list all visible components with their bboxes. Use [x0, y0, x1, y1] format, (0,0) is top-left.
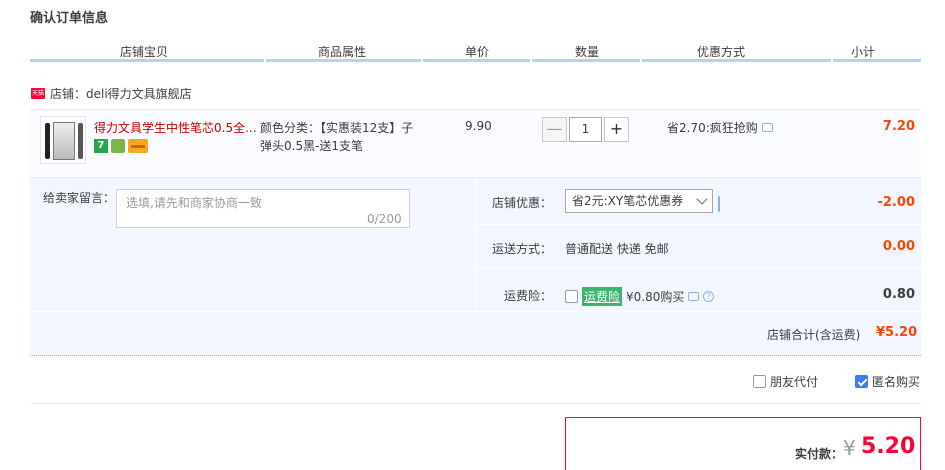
shipping-amount: 0.00 [882, 239, 915, 254]
header-rule [642, 59, 831, 62]
promotion-text: 省2.70:疯狂抢购 [667, 121, 758, 135]
insurance-tag[interactable]: 运费险 [582, 287, 623, 306]
divider [30, 403, 921, 404]
friend-pay-option[interactable]: 朋友代付 [753, 373, 818, 390]
insurance-checkbox[interactable] [565, 290, 578, 303]
page-title: 确认订单信息 [30, 11, 109, 26]
unit-price: 9.90 [465, 119, 492, 133]
shipping-method: 普通配送 快递 免邮 [565, 242, 669, 256]
product-attributes: 颜色分类：【实惠装12支】子 弹头0.5黑-送1支笔 [260, 119, 425, 155]
promotion: 省2.70:疯狂抢购 [667, 119, 773, 136]
divider [476, 224, 921, 225]
column-header-attributes: 商品属性 [318, 45, 367, 59]
insurance-amount: 0.80 [882, 287, 915, 302]
quantity-input[interactable]: 1 [569, 117, 602, 142]
store-total-label: 店铺合计(含运费) [767, 328, 861, 342]
anonymous-purchase-option[interactable]: 匿名购买 [855, 373, 920, 390]
product-title-link[interactable]: 得力文具学生中性笔芯0.5全... [94, 119, 259, 136]
insurance-label: 运费险： [504, 289, 553, 303]
shipping-label: 运送方式： [492, 242, 553, 256]
item-subtotal: 7.20 [882, 119, 915, 134]
column-header-shop-item: 店铺宝贝 [120, 45, 169, 59]
header-rule [833, 59, 921, 62]
sku-line: 颜色分类：【实惠装12支】子 [260, 121, 414, 135]
anonymous-purchase-label: 匿名购买 [872, 375, 921, 389]
quantity-decrease-button[interactable]: — [542, 117, 567, 142]
header-rule [423, 59, 530, 62]
coupon-amount: -2.00 [877, 195, 915, 210]
friend-pay-checkbox[interactable] [753, 375, 766, 388]
help-icon[interactable]: ? [703, 291, 715, 302]
comment-icon[interactable] [688, 292, 700, 301]
coupon-label: 店铺优惠： [492, 196, 553, 210]
chevron-down-icon [696, 193, 708, 205]
coupon-select[interactable]: 省2元:XY笔芯优惠券 [565, 189, 713, 213]
insurance-option: 运费险 ¥0.80购买 ? [565, 287, 715, 306]
payment-label: 实付款： [795, 447, 844, 461]
product-package-image [53, 122, 75, 160]
anonymous-purchase-checkbox[interactable] [855, 375, 868, 388]
seven-day-return-icon: 7 [94, 139, 108, 153]
friend-pay-label: 朋友代付 [770, 375, 819, 389]
tmall-icon: 天猫 [31, 88, 45, 99]
comment-icon[interactable] [761, 123, 773, 132]
service-icons: 7 [94, 139, 148, 153]
credit-card-icon [128, 139, 148, 153]
message-label: 给卖家留言： [43, 191, 116, 205]
pen-refill-image [45, 123, 50, 159]
currency-symbol: ¥ [843, 436, 856, 460]
header-rule [266, 59, 421, 62]
quantity-stepper: — 1 + [542, 117, 629, 142]
sku-line: 弹头0.5黑-送1支笔 [260, 139, 364, 153]
message-char-count: 0/200 [367, 212, 402, 226]
header-rule [30, 59, 264, 62]
comment-icon[interactable] [718, 196, 720, 212]
insurance-price: ¥0.80购买 [626, 290, 685, 304]
product-thumbnail[interactable] [40, 116, 86, 164]
divider [476, 268, 921, 269]
column-header-discount: 优惠方式 [697, 45, 746, 59]
pen-refill-image [78, 123, 83, 159]
guarantee-icon [111, 139, 125, 153]
header-rule [532, 59, 640, 62]
quantity-increase-button[interactable]: + [604, 117, 629, 142]
divider [30, 311, 921, 312]
shop-name-link[interactable]: 店铺：deli得力文具旗舰店 [50, 85, 192, 102]
message-placeholder: 选填,请先和商家协商一致 [126, 196, 262, 210]
coupon-selected-value: 省2元:XY笔芯优惠券 [572, 194, 684, 208]
shop-row: 天猫 店铺：deli得力文具旗舰店 [31, 85, 192, 102]
column-header-unit-price: 单价 [465, 45, 490, 59]
divider [475, 178, 476, 311]
store-total-value: ¥5.20 [876, 325, 918, 340]
column-header-quantity: 数量 [575, 45, 600, 59]
column-header-subtotal: 小计 [851, 45, 876, 59]
payment-amount: 5.20 [861, 434, 916, 459]
